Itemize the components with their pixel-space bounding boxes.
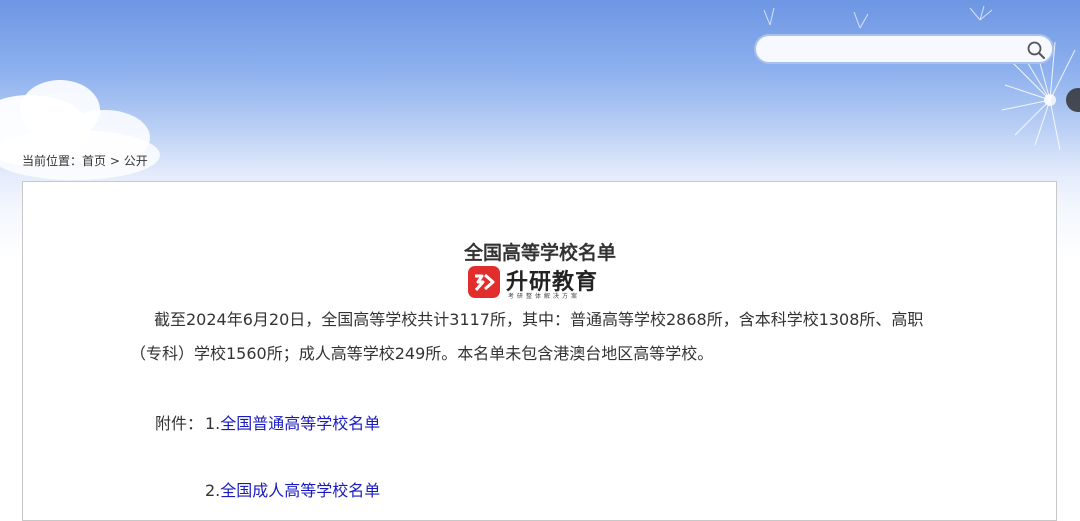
- breadcrumb-home-link[interactable]: 首页: [82, 154, 106, 168]
- attachment-link-label[interactable]: 全国普通高等学校名单: [220, 414, 380, 433]
- breadcrumb-prefix: 当前位置：: [22, 154, 83, 168]
- attachments-label: 附件：: [155, 414, 204, 433]
- logo-tagline: 考研整体解决方案: [508, 293, 581, 300]
- search-input[interactable]: [768, 40, 1022, 62]
- breadcrumb-current-link[interactable]: 公开: [124, 154, 148, 168]
- attachment-link-label[interactable]: 全国成人高等学校名单: [220, 481, 380, 500]
- attachment-number: 2.: [205, 481, 221, 500]
- dandelion-decoration: [969, 5, 1080, 151]
- brand-logo: 升研教育 考研整体解决方案: [468, 264, 608, 302]
- breadcrumb-separator: >: [109, 154, 120, 168]
- logo-mark-icon: [468, 266, 500, 298]
- attachment-number: 1.: [205, 414, 221, 433]
- search-icon[interactable]: [1026, 40, 1046, 60]
- search-box[interactable]: [754, 34, 1054, 64]
- paragraph-line-1: 截至2024年6月20日，全国高等学校共计3117所，其中：普通高等学校2868…: [154, 310, 924, 329]
- breadcrumb: 当前位置：首页 > 公开: [22, 152, 148, 169]
- attachment-link-2[interactable]: 2.全国成人高等学校名单: [205, 477, 380, 501]
- paragraph-line-2: （专科）学校1560所；成人高等学校249所。本名单未包含港澳台地区高等学校。: [130, 344, 714, 363]
- page-title: 全国高等学校名单: [463, 242, 616, 264]
- attachment-link-1[interactable]: 1.全国普通高等学校名单: [205, 410, 380, 434]
